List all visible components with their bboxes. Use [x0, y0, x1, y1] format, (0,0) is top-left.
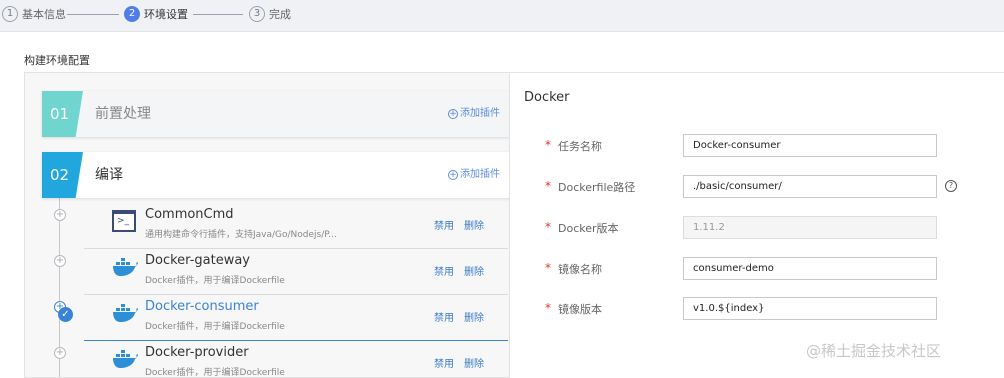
step-number: 2	[124, 6, 140, 22]
step-basic-info[interactable]: 1 基本信息	[2, 5, 66, 23]
add-plugin-button[interactable]: + 添加插件	[448, 152, 500, 198]
tree-node-icon[interactable]: +	[54, 347, 66, 359]
docker-icon	[112, 348, 138, 372]
disable-link[interactable]: 禁用	[434, 309, 454, 324]
step-connector	[193, 14, 243, 15]
form-row-image-name: * 镜像名称 consumer-demo	[510, 257, 1004, 281]
image-name-input[interactable]: consumer-demo	[683, 257, 937, 280]
disable-link[interactable]: 禁用	[434, 263, 454, 278]
delete-link[interactable]: 删除	[464, 309, 484, 324]
dockerfile-path-input[interactable]: ./basic/consumer/	[683, 175, 937, 198]
section-title: 构建环境配置	[24, 54, 90, 67]
field-label: 镜像名称	[558, 263, 602, 276]
add-plugin-label: 添加插件	[460, 108, 500, 119]
watermark: @稀土掘金技术社区	[806, 342, 942, 360]
stage-number-badge: 02	[42, 152, 83, 198]
step-environment[interactable]: 2 环境设置	[124, 5, 188, 23]
plugin-name: Docker-gateway	[145, 253, 250, 268]
stage-compile[interactable]: 02 编译 + 添加插件	[42, 152, 509, 198]
step-number: 1	[2, 6, 18, 22]
docker-icon	[112, 302, 138, 326]
plugin-item[interactable]: + Docker-gateway Docker插件，用于编译Dockerfile…	[42, 251, 509, 295]
delete-link[interactable]: 删除	[464, 355, 484, 370]
tree-node-icon[interactable]: +	[54, 255, 66, 267]
divider	[84, 294, 508, 295]
step-label: 完成	[269, 8, 291, 21]
plus-circle-icon: +	[448, 170, 458, 180]
stage-title: 编译	[95, 167, 123, 183]
plugin-desc: Docker插件，用于编译Dockerfile	[145, 368, 285, 378]
plugin-name: Docker-provider	[145, 345, 249, 360]
delete-link[interactable]: 删除	[464, 263, 484, 278]
plugin-desc: Docker插件，用于编译Dockerfile	[145, 276, 285, 286]
disable-link[interactable]: 禁用	[434, 355, 454, 370]
step-label: 基本信息	[22, 8, 66, 21]
selected-check-icon: ✓	[58, 307, 73, 322]
stage-title: 前置处理	[95, 106, 151, 122]
required-marker: *	[545, 261, 551, 275]
plugin-desc: Docker插件，用于编译Dockerfile	[145, 322, 285, 332]
add-plugin-button[interactable]: + 添加插件	[448, 91, 500, 137]
field-label: Docker版本	[558, 222, 619, 235]
plugin-item[interactable]: + Docker-provider Docker插件，用于编译Dockerfil…	[42, 343, 509, 378]
field-label: Dockerfile路径	[558, 181, 636, 194]
tree-node-icon[interactable]: +	[54, 209, 66, 221]
plugin-desc: 通用构建命令行插件，支持Java/Go/Nodejs/P...	[145, 230, 337, 240]
plugin-name: Docker-consumer	[145, 299, 259, 314]
plugin-name: CommonCmd	[145, 207, 234, 222]
disable-link[interactable]: 禁用	[434, 217, 454, 232]
panel-title: Docker	[524, 90, 570, 105]
plugin-item-selected[interactable]: + Docker-consumer Docker插件，用于编译Dockerfil…	[42, 297, 509, 341]
step-number: 3	[249, 6, 265, 22]
add-plugin-label: 添加插件	[460, 169, 500, 180]
divider	[84, 340, 508, 341]
steps-bar: 1 基本信息 2 环境设置 3 完成	[0, 0, 1004, 32]
delete-link[interactable]: 删除	[464, 217, 484, 232]
step-label: 环境设置	[144, 8, 188, 21]
step-connector	[67, 14, 119, 15]
stage-number-badge: 01	[42, 91, 83, 137]
step-complete[interactable]: 3 完成	[249, 5, 291, 23]
terminal-icon: >_	[112, 210, 136, 234]
form-row-task-name: * 任务名称 Docker-consumer	[510, 134, 1004, 158]
required-marker: *	[545, 179, 551, 193]
form-row-docker-version: * Docker版本 1.11.2	[510, 216, 1004, 240]
required-marker: *	[545, 138, 551, 152]
image-version-input[interactable]: v1.0.${index}	[683, 297, 937, 320]
field-label: 镜像版本	[558, 303, 602, 316]
pipeline-panel: 01 前置处理 + 添加插件 02 编译 + 添加插件 + >_ CommonC…	[24, 72, 510, 378]
field-label: 任务名称	[558, 140, 602, 153]
divider	[84, 248, 508, 249]
stage-preprocess[interactable]: 01 前置处理 + 添加插件	[42, 91, 509, 137]
docker-version-input: 1.11.2	[683, 216, 937, 239]
form-row-dockerfile-path: * Dockerfile路径 ./basic/consumer/ ?	[510, 175, 1004, 199]
form-row-image-version: * 镜像版本 v1.0.${index}	[510, 297, 1004, 321]
help-icon[interactable]: ?	[945, 180, 957, 192]
task-name-input[interactable]: Docker-consumer	[683, 134, 937, 157]
plugin-item[interactable]: + >_ CommonCmd 通用构建命令行插件，支持Java/Go/Nodej…	[42, 205, 509, 249]
docker-icon	[112, 256, 138, 280]
plus-circle-icon: +	[448, 109, 458, 119]
required-marker: *	[545, 220, 551, 234]
plugin-config-panel: Docker * 任务名称 Docker-consumer * Dockerfi…	[510, 72, 1004, 378]
required-marker: *	[545, 301, 551, 315]
